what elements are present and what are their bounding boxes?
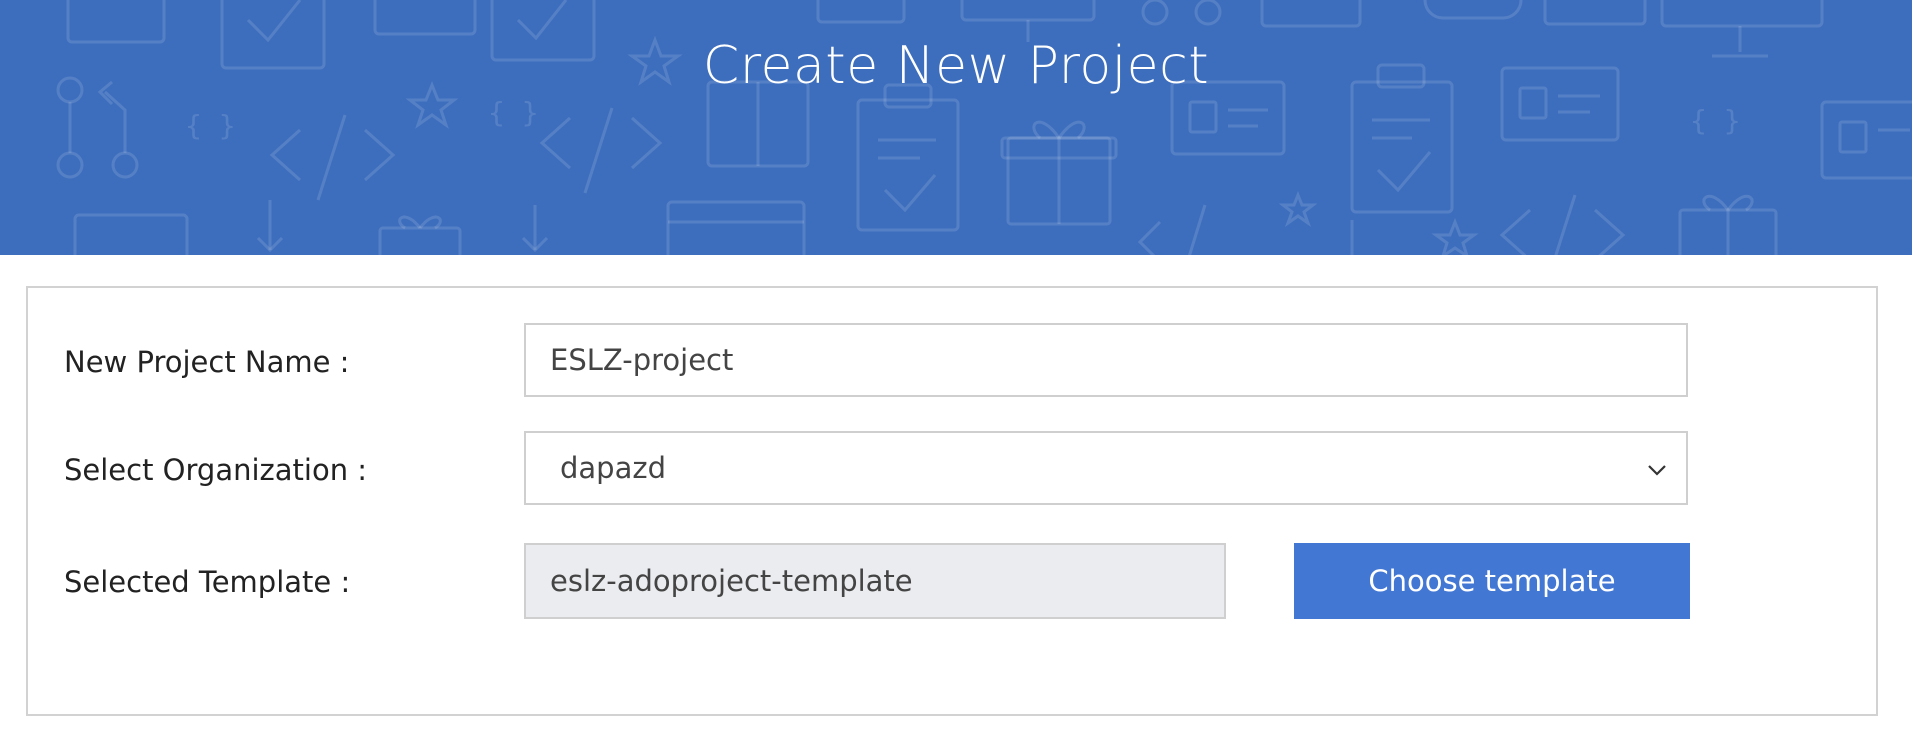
header-banner: { } { } { } Create New Project [0,0,1912,255]
svg-text:{ }: { } [1690,104,1741,137]
organization-select[interactable]: dapazd [524,431,1688,505]
page-title: Create New Project [702,36,1210,96]
template-label: Selected Template : [64,565,351,599]
svg-text:{ }: { } [185,109,236,142]
selected-template-field: eslz-adoproject-template [524,543,1226,619]
project-name-input[interactable] [524,323,1688,397]
project-name-label: New Project Name : [64,345,350,379]
create-project-form: New Project Name : Select Organization :… [26,286,1878,716]
choose-template-button[interactable]: Choose template [1294,543,1690,619]
organization-selected-value: dapazd [560,451,666,485]
organization-label: Select Organization : [64,453,368,487]
chevron-down-icon [1648,465,1666,476]
svg-text:{ }: { } [488,96,539,129]
